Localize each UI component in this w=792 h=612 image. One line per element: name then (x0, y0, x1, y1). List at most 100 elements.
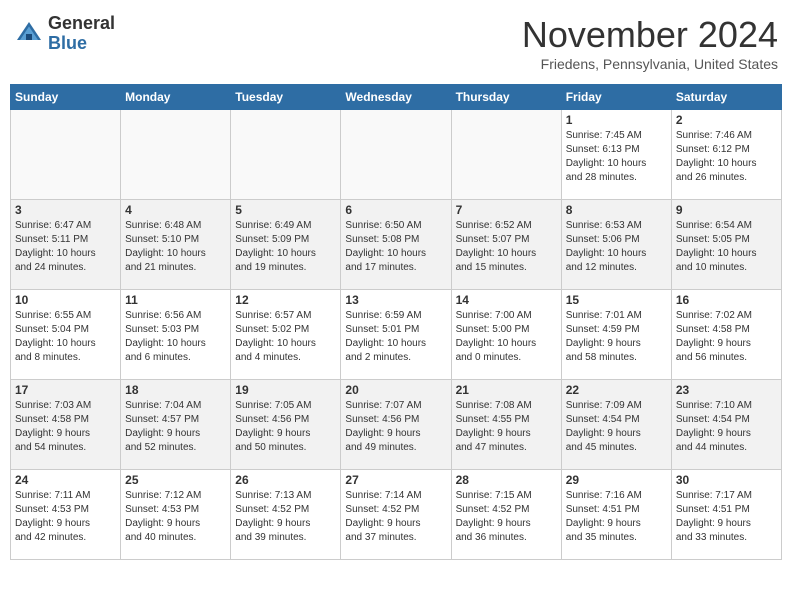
day-number: 17 (15, 383, 116, 397)
day-info: Sunrise: 7:16 AM Sunset: 4:51 PM Dayligh… (566, 489, 667, 545)
day-info: Sunrise: 7:11 AM Sunset: 4:53 PM Dayligh… (15, 489, 116, 545)
day-info: Sunrise: 6:50 AM Sunset: 5:08 PM Dayligh… (345, 219, 446, 275)
weekday-header-wednesday: Wednesday (341, 85, 451, 110)
logo-blue: Blue (48, 33, 87, 53)
calendar-cell: 6 Sunrise: 6:50 AM Sunset: 5:08 PM Daylig… (341, 200, 451, 290)
day-info: Sunrise: 7:07 AM Sunset: 4:56 PM Dayligh… (345, 399, 446, 455)
day-number: 5 (235, 203, 336, 217)
calendar-cell: 7 Sunrise: 6:52 AM Sunset: 5:07 PM Daylig… (451, 200, 561, 290)
day-number: 11 (125, 293, 226, 307)
day-number: 12 (235, 293, 336, 307)
day-number: 4 (125, 203, 226, 217)
title-block: November 2024 Friedens, Pennsylvania, Un… (522, 14, 778, 72)
calendar-cell: 17 Sunrise: 7:03 AM Sunset: 4:58 PM Dayli… (11, 380, 121, 470)
location: Friedens, Pennsylvania, United States (522, 56, 778, 72)
calendar-cell: 5 Sunrise: 6:49 AM Sunset: 5:09 PM Daylig… (231, 200, 341, 290)
day-number: 3 (15, 203, 116, 217)
day-info: Sunrise: 6:55 AM Sunset: 5:04 PM Dayligh… (15, 309, 116, 365)
day-info: Sunrise: 7:01 AM Sunset: 4:59 PM Dayligh… (566, 309, 667, 365)
calendar-cell (451, 110, 561, 200)
week-row-2: 3 Sunrise: 6:47 AM Sunset: 5:11 PM Daylig… (11, 200, 782, 290)
weekday-header-friday: Friday (561, 85, 671, 110)
day-info: Sunrise: 6:48 AM Sunset: 5:10 PM Dayligh… (125, 219, 226, 275)
calendar-table: SundayMondayTuesdayWednesdayThursdayFrid… (10, 84, 782, 560)
page-header: General Blue November 2024 Friedens, Pen… (10, 10, 782, 76)
day-info: Sunrise: 7:03 AM Sunset: 4:58 PM Dayligh… (15, 399, 116, 455)
day-number: 29 (566, 473, 667, 487)
day-info: Sunrise: 7:00 AM Sunset: 5:00 PM Dayligh… (456, 309, 557, 365)
day-info: Sunrise: 6:57 AM Sunset: 5:02 PM Dayligh… (235, 309, 336, 365)
calendar-cell: 26 Sunrise: 7:13 AM Sunset: 4:52 PM Dayli… (231, 470, 341, 560)
day-info: Sunrise: 6:53 AM Sunset: 5:06 PM Dayligh… (566, 219, 667, 275)
calendar-cell: 30 Sunrise: 7:17 AM Sunset: 4:51 PM Dayli… (671, 470, 781, 560)
weekday-header-thursday: Thursday (451, 85, 561, 110)
calendar-cell: 14 Sunrise: 7:00 AM Sunset: 5:00 PM Dayli… (451, 290, 561, 380)
calendar-cell: 12 Sunrise: 6:57 AM Sunset: 5:02 PM Dayli… (231, 290, 341, 380)
calendar-cell: 25Sunrise: 7:12 AM Sunset: 4:53 PM Dayli… (121, 470, 231, 560)
day-info: Sunrise: 7:13 AM Sunset: 4:52 PM Dayligh… (235, 489, 336, 545)
day-number: 1 (566, 113, 667, 127)
calendar-cell: 10 Sunrise: 6:55 AM Sunset: 5:04 PM Dayli… (11, 290, 121, 380)
calendar-cell: 20Sunrise: 7:07 AM Sunset: 4:56 PM Dayli… (341, 380, 451, 470)
day-number: 10 (15, 293, 116, 307)
day-info: Sunrise: 7:09 AM Sunset: 4:54 PM Dayligh… (566, 399, 667, 455)
calendar-cell: 4 Sunrise: 6:48 AM Sunset: 5:10 PM Daylig… (121, 200, 231, 290)
day-info: Sunrise: 6:56 AM Sunset: 5:03 PM Dayligh… (125, 309, 226, 365)
day-number: 13 (345, 293, 446, 307)
day-info: Sunrise: 6:59 AM Sunset: 5:01 PM Dayligh… (345, 309, 446, 365)
day-number: 16 (676, 293, 777, 307)
calendar-cell: 18 Sunrise: 7:04 AM Sunset: 4:57 PM Dayli… (121, 380, 231, 470)
day-number: 6 (345, 203, 446, 217)
weekday-header-row: SundayMondayTuesdayWednesdayThursdayFrid… (11, 85, 782, 110)
week-row-1: 1Sunrise: 7:45 AM Sunset: 6:13 PM Daylig… (11, 110, 782, 200)
week-row-5: 24 Sunrise: 7:11 AM Sunset: 4:53 PM Dayli… (11, 470, 782, 560)
day-info: Sunrise: 7:02 AM Sunset: 4:58 PM Dayligh… (676, 309, 777, 365)
calendar-cell: 1Sunrise: 7:45 AM Sunset: 6:13 PM Daylig… (561, 110, 671, 200)
calendar-cell: 2 Sunrise: 7:46 AM Sunset: 6:12 PM Daylig… (671, 110, 781, 200)
day-info: Sunrise: 6:49 AM Sunset: 5:09 PM Dayligh… (235, 219, 336, 275)
day-number: 24 (15, 473, 116, 487)
day-number: 18 (125, 383, 226, 397)
day-info: Sunrise: 7:46 AM Sunset: 6:12 PM Dayligh… (676, 129, 777, 185)
day-number: 21 (456, 383, 557, 397)
day-number: 2 (676, 113, 777, 127)
calendar-cell (231, 110, 341, 200)
day-info: Sunrise: 7:08 AM Sunset: 4:55 PM Dayligh… (456, 399, 557, 455)
day-number: 9 (676, 203, 777, 217)
day-number: 15 (566, 293, 667, 307)
calendar-cell: 22Sunrise: 7:09 AM Sunset: 4:54 PM Dayli… (561, 380, 671, 470)
calendar-cell: 23Sunrise: 7:10 AM Sunset: 4:54 PM Dayli… (671, 380, 781, 470)
day-number: 27 (345, 473, 446, 487)
logo-general: General (48, 13, 115, 33)
day-number: 14 (456, 293, 557, 307)
day-number: 7 (456, 203, 557, 217)
day-info: Sunrise: 7:14 AM Sunset: 4:52 PM Dayligh… (345, 489, 446, 545)
day-number: 26 (235, 473, 336, 487)
day-info: Sunrise: 7:17 AM Sunset: 4:51 PM Dayligh… (676, 489, 777, 545)
day-info: Sunrise: 6:47 AM Sunset: 5:11 PM Dayligh… (15, 219, 116, 275)
weekday-header-sunday: Sunday (11, 85, 121, 110)
calendar-cell: 8 Sunrise: 6:53 AM Sunset: 5:06 PM Daylig… (561, 200, 671, 290)
day-number: 8 (566, 203, 667, 217)
weekday-header-saturday: Saturday (671, 85, 781, 110)
calendar-cell: 27 Sunrise: 7:14 AM Sunset: 4:52 PM Dayli… (341, 470, 451, 560)
day-info: Sunrise: 7:15 AM Sunset: 4:52 PM Dayligh… (456, 489, 557, 545)
day-info: Sunrise: 7:05 AM Sunset: 4:56 PM Dayligh… (235, 399, 336, 455)
calendar-cell (341, 110, 451, 200)
weekday-header-tuesday: Tuesday (231, 85, 341, 110)
day-info: Sunrise: 7:04 AM Sunset: 4:57 PM Dayligh… (125, 399, 226, 455)
day-number: 28 (456, 473, 557, 487)
calendar-cell: 9 Sunrise: 6:54 AM Sunset: 5:05 PM Daylig… (671, 200, 781, 290)
day-number: 30 (676, 473, 777, 487)
day-info: Sunrise: 6:54 AM Sunset: 5:05 PM Dayligh… (676, 219, 777, 275)
month-title: November 2024 (522, 14, 778, 56)
calendar-cell (121, 110, 231, 200)
day-info: Sunrise: 7:10 AM Sunset: 4:54 PM Dayligh… (676, 399, 777, 455)
logo: General Blue (14, 14, 115, 54)
calendar-cell: 21 Sunrise: 7:08 AM Sunset: 4:55 PM Dayli… (451, 380, 561, 470)
week-row-4: 17 Sunrise: 7:03 AM Sunset: 4:58 PM Dayli… (11, 380, 782, 470)
calendar-cell: 11 Sunrise: 6:56 AM Sunset: 5:03 PM Dayli… (121, 290, 231, 380)
calendar-cell: 24 Sunrise: 7:11 AM Sunset: 4:53 PM Dayli… (11, 470, 121, 560)
calendar-cell: 29 Sunrise: 7:16 AM Sunset: 4:51 PM Dayli… (561, 470, 671, 560)
day-info: Sunrise: 6:52 AM Sunset: 5:07 PM Dayligh… (456, 219, 557, 275)
